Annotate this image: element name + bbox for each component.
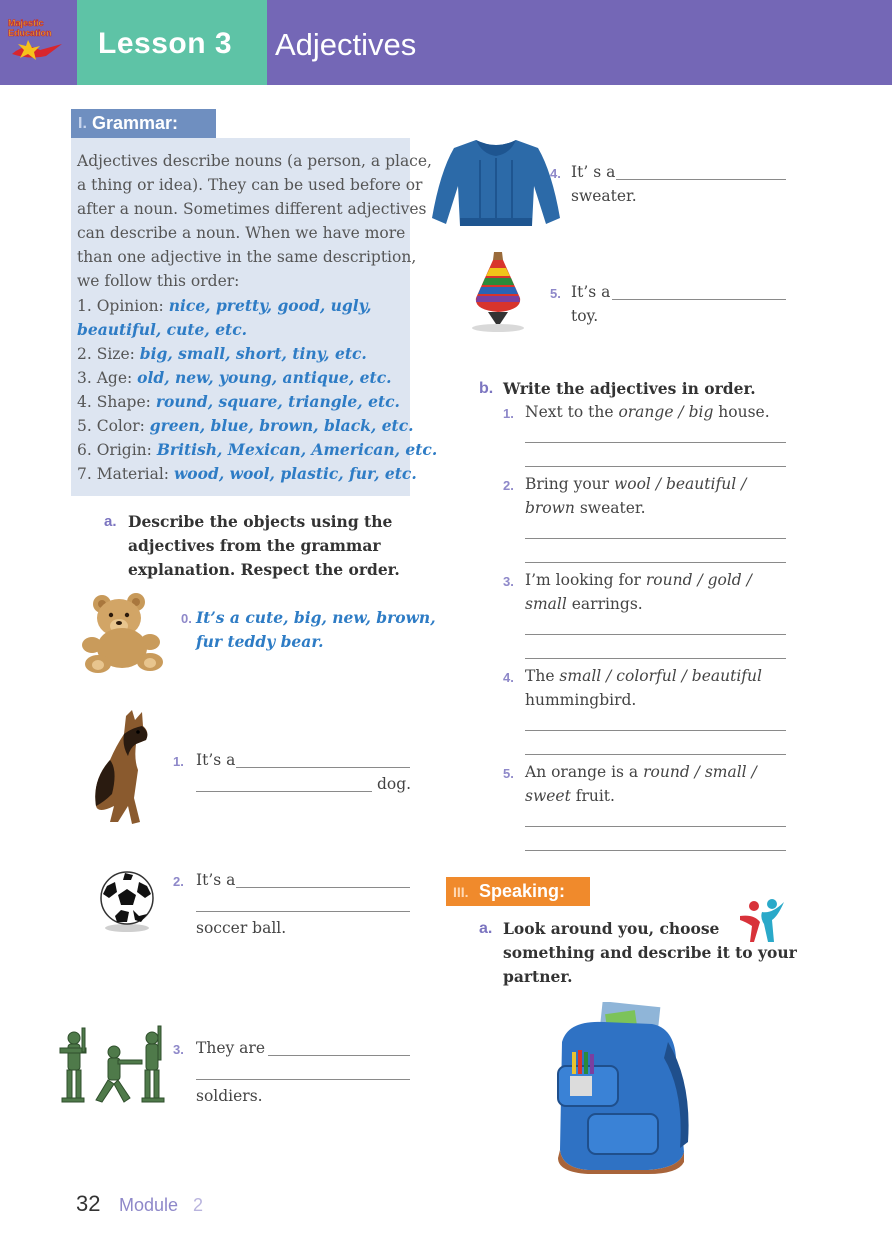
- adjective-order-item: 7. Material: wood, wool, plastic, fur, e…: [77, 464, 417, 483]
- answer-line[interactable]: [612, 299, 786, 300]
- item-number: 3.: [503, 574, 514, 589]
- svg-text:Education: Education: [8, 28, 52, 38]
- speaking-instruction: partner.: [503, 967, 573, 986]
- adjective-order-item: 5. Color: green, blue, brown, black, etc…: [77, 416, 414, 435]
- item-number: 1.: [503, 406, 514, 421]
- answer-line[interactable]: [525, 730, 786, 731]
- spinning-top-image: [472, 252, 524, 332]
- lesson-title: Adjectives: [275, 27, 417, 62]
- adjective-order-item: beautiful, cute, etc.: [77, 320, 248, 339]
- item-end-text: toy.: [571, 307, 599, 325]
- item-end-text: soccer ball.: [196, 919, 287, 937]
- item-start-text: It’s a: [196, 751, 236, 769]
- answer-line[interactable]: [236, 887, 410, 888]
- adjective-order-item: 6. Origin: British, Mexican, American, e…: [77, 440, 438, 459]
- item-prompt: sweet fruit.: [525, 787, 615, 805]
- answer-line[interactable]: [525, 754, 786, 755]
- teddy-bear-image: [82, 593, 163, 673]
- grammar-intro-line: after a noun. Sometimes different adject…: [77, 200, 427, 218]
- answer-line[interactable]: [268, 1055, 410, 1056]
- adjective-order-item: 3. Age: old, new, young, antique, etc.: [77, 368, 392, 387]
- toy-soldiers-image: [59, 1025, 165, 1103]
- answer-line[interactable]: [525, 658, 786, 659]
- answer-line[interactable]: [196, 911, 410, 912]
- answer-line[interactable]: [525, 538, 786, 539]
- speaking-instruction: something and describe it to your: [503, 943, 797, 962]
- answer-line[interactable]: [236, 767, 410, 768]
- speaking-section-number: III.: [453, 884, 469, 900]
- answer-line[interactable]: [525, 634, 786, 635]
- item-number: 2.: [173, 874, 184, 889]
- item-prompt: An orange is a round / small /: [525, 763, 757, 781]
- exercise-b-letter: b.: [479, 380, 494, 397]
- speaking-a-letter: a.: [479, 920, 493, 937]
- item-number: 2.: [503, 478, 514, 493]
- page-number: 32: [76, 1191, 101, 1216]
- item-end-text: sweater.: [571, 187, 637, 205]
- speaking-title: Speaking:: [479, 881, 566, 901]
- example-answer: It’s a cute, big, new, brown,: [196, 608, 436, 627]
- item-prompt: small earrings.: [525, 595, 643, 613]
- exercise-b-instruction: Write the adjectives in order.: [503, 379, 756, 398]
- example-number: 0.: [181, 611, 192, 626]
- answer-line[interactable]: [525, 850, 786, 851]
- adjective-order-item: 4. Shape: round, square, triangle, etc.: [77, 392, 400, 411]
- item-number: 5.: [503, 766, 514, 781]
- item-number: 4.: [550, 166, 561, 181]
- item-end-text: dog.: [377, 775, 412, 793]
- speaking-people-icon: [740, 899, 784, 942]
- adjective-order-item: 1. Opinion: nice, pretty, good, ugly,: [77, 296, 372, 315]
- grammar-intro-line: can describe a noun. When we have more: [77, 224, 406, 242]
- svg-text:Majestic: Majestic: [8, 18, 44, 28]
- answer-line[interactable]: [525, 466, 786, 467]
- item-number: 3.: [173, 1042, 184, 1057]
- answer-line[interactable]: [616, 179, 786, 180]
- item-start-text: It’s a: [196, 871, 236, 889]
- item-prompt: I’m looking for round / gold /: [525, 571, 752, 589]
- grammar-intro-line: we follow this order:: [77, 272, 240, 290]
- answer-line[interactable]: [525, 826, 786, 827]
- item-prompt: The small / colorful / beautiful: [525, 667, 762, 685]
- exercise-a-letter: a.: [104, 513, 117, 530]
- exercise-a-instruction: explanation. Respect the order.: [128, 560, 400, 579]
- module-label: Module: [119, 1195, 179, 1215]
- answer-line[interactable]: [196, 791, 372, 792]
- backpack-image: [557, 1002, 689, 1174]
- item-number: 1.: [173, 754, 184, 769]
- answer-line[interactable]: [525, 562, 786, 563]
- item-prompt: brown sweater.: [525, 499, 646, 517]
- grammar-intro-line: Adjectives describe nouns (a person, a p…: [77, 152, 432, 170]
- soccer-ball-image: [100, 871, 154, 932]
- dog-image: [95, 710, 148, 824]
- item-start-text: It’s a: [571, 283, 611, 301]
- answer-line[interactable]: [525, 442, 786, 443]
- item-end-text: soldiers.: [196, 1087, 263, 1105]
- item-number: 5.: [550, 286, 561, 301]
- grammar-title: Grammar:: [92, 113, 179, 133]
- speaking-instruction: Look around you, choose: [503, 919, 720, 938]
- answer-line[interactable]: [196, 1079, 410, 1080]
- lesson-label: Lesson 3: [98, 27, 233, 60]
- item-prompt: hummingbird.: [525, 691, 637, 709]
- exercise-a-instruction: adjectives from the grammar: [128, 536, 381, 555]
- adjective-order-item: 2. Size: big, small, short, tiny, etc.: [77, 344, 367, 363]
- item-prompt: Bring your wool / beautiful /: [525, 475, 747, 493]
- item-start-text: They are: [196, 1039, 266, 1057]
- majestic-education-logo: Majestic Education: [8, 18, 62, 60]
- sweater-image: [432, 140, 560, 226]
- item-number: 4.: [503, 670, 514, 685]
- item-prompt: Next to the orange / big house.: [525, 403, 770, 421]
- item-start-text: It’ s a: [571, 163, 616, 181]
- grammar-intro-line: a thing or idea). They can be used befor…: [77, 176, 423, 194]
- module-number: 2: [193, 1195, 204, 1215]
- grammar-section-number: I.: [78, 115, 87, 132]
- exercise-a-instruction: Describe the objects using the: [128, 512, 393, 531]
- example-answer: fur teddy bear.: [196, 632, 324, 651]
- grammar-intro-line: than one adjective in the same descripti…: [77, 248, 417, 266]
